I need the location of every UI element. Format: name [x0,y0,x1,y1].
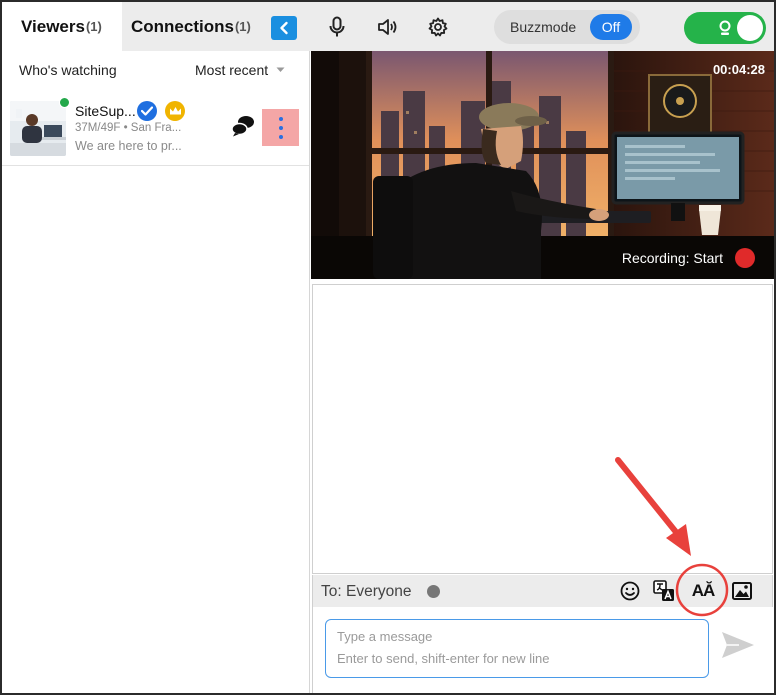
translate-icon [653,580,674,601]
viewer-name[interactable]: SiteSup... [75,103,136,119]
recipient-label[interactable]: To: Everyone [321,583,411,601]
camera-toggle[interactable] [684,12,766,44]
gear-icon [428,17,448,37]
sort-dropdown[interactable]: Most recent [195,62,285,78]
viewers-panel: Who's watching Most recent SiteSup... 37… [2,51,310,693]
verified-badge [137,101,157,121]
image-button[interactable] [730,579,754,603]
viewer-status: We are here to pr... [75,139,182,153]
font-size-icon: AĂ [691,581,716,600]
buzzmode-label: Buzzmode [510,19,577,35]
chat-toolbar: To: Everyone AĂ [312,575,773,607]
viewer-list-item[interactable]: SiteSup... 37M/49F • San Fra... We are h… [2,97,309,166]
viewer-demographics: 37M/49F • San Fra... [75,122,182,134]
camera-icon [719,20,731,35]
emoji-button[interactable] [618,579,642,603]
sort-bar: Who's watching Most recent [2,51,309,87]
tab-viewers[interactable]: Viewers (1) [2,2,122,51]
message-hint: Enter to send, shift-enter for new line [337,651,550,666]
tab-viewers-count: (1) [85,19,102,34]
online-status-dot [59,97,70,108]
speaker-icon [378,19,397,35]
buzzmode-toggle[interactable]: Buzzmode Off [494,10,640,44]
collapse-panel-button[interactable] [271,16,297,40]
toggle-knob [737,15,763,41]
recording-start-button[interactable]: Recording: Start [622,248,755,268]
chevron-down-icon [276,67,285,72]
viewer-more-button[interactable] [262,109,299,146]
image-icon [732,582,752,600]
avatar[interactable] [10,101,66,156]
translate-button[interactable] [652,579,676,603]
recording-timecode: 00:04:28 [712,62,765,77]
microphone-button[interactable] [325,15,349,39]
message-input[interactable]: Type a message Enter to send, shift-ente… [325,619,709,678]
chat-messages-area [312,284,773,574]
chevron-left-icon [280,21,288,35]
chat-bubbles-icon[interactable] [231,115,255,137]
microphone-icon [329,16,345,37]
video-preview[interactable]: 00:04:28 Recording: Start [311,51,774,279]
crown-icon [169,107,181,115]
tab-connections[interactable]: Connections (1) [122,2,260,51]
sort-selected: Most recent [195,62,269,78]
tab-connections-label: Connections [131,16,234,36]
font-size-button[interactable]: AĂ [691,579,716,603]
record-dot-icon [735,248,755,268]
speaker-button[interactable] [376,15,400,39]
recipient-status-dot [427,585,440,598]
recording-label: Recording: Start [621,250,723,266]
message-placeholder: Type a message [337,629,433,644]
video-frame [311,51,774,279]
verified-icon [141,106,153,116]
emoji-icon [620,581,640,601]
tab-connections-count: (1) [234,19,251,34]
tab-viewers-label: Viewers [21,16,85,36]
settings-button[interactable] [426,15,450,39]
more-vertical-icon [278,116,283,139]
premium-badge [165,101,185,121]
send-icon[interactable] [721,631,755,659]
message-compose-area: Type a message Enter to send, shift-ente… [312,607,773,693]
top-bar: Viewers (1) Connections (1) Buzzmode Off [2,2,774,51]
buzzmode-state: Off [590,14,632,40]
sort-label: Who's watching [19,62,117,78]
